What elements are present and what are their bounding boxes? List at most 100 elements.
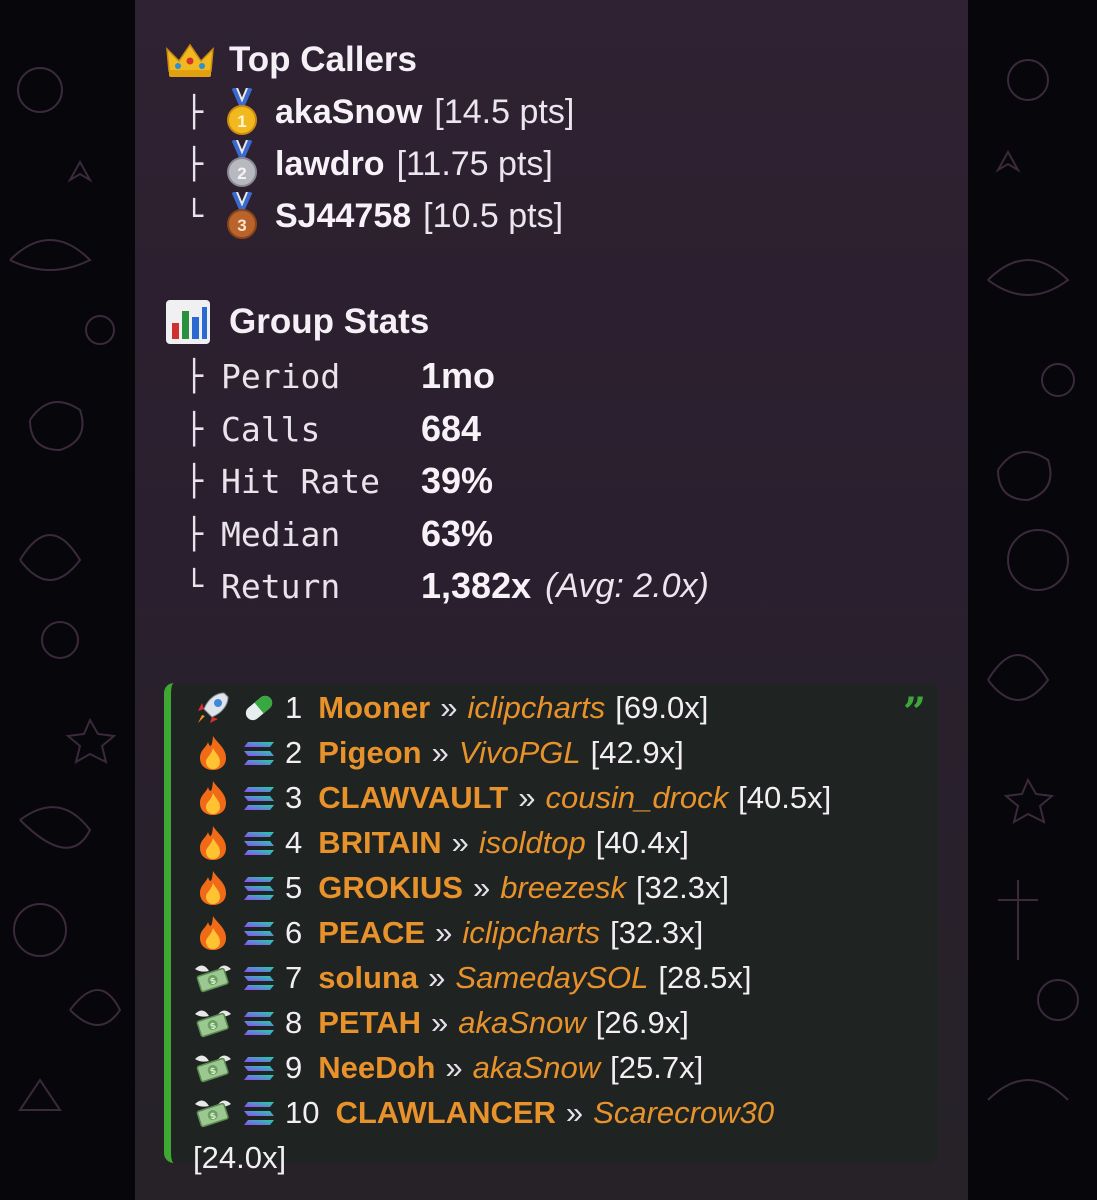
solana-icon bbox=[239, 1048, 279, 1088]
money-wings-icon: $ bbox=[193, 1093, 233, 1133]
caller-handle: isoldtop bbox=[478, 825, 586, 860]
solana-icon bbox=[239, 868, 279, 908]
stat-label: Period bbox=[221, 356, 341, 396]
separator: » bbox=[565, 1095, 584, 1130]
token-name: CLAWLANCER bbox=[335, 1095, 556, 1130]
fire-icon bbox=[193, 823, 233, 863]
tree-branch: ├ bbox=[185, 146, 204, 182]
caller-handle: breezesk bbox=[500, 870, 626, 905]
token-name: PEACE bbox=[318, 915, 426, 950]
solana-icon bbox=[239, 778, 279, 818]
stat-value: 1mo bbox=[421, 355, 496, 396]
caller-points: [14.5 pts] bbox=[434, 92, 575, 131]
solana-icon bbox=[239, 733, 279, 773]
rank-number: 3 bbox=[285, 780, 303, 815]
caller-handle: VivoPGL bbox=[458, 735, 581, 770]
bar-chart-icon bbox=[165, 300, 217, 344]
caller-row: ├ 2 lawdro [11.75 pts] bbox=[185, 140, 553, 188]
bronze-medal-icon: 3 bbox=[227, 192, 257, 239]
rocket-icon bbox=[193, 688, 233, 728]
token-name: CLAWVAULT bbox=[318, 780, 509, 815]
stat-row: ├ Period 1mo bbox=[185, 355, 495, 397]
caller-handle: akaSnow bbox=[472, 1050, 601, 1085]
stat-label: Hit Rate bbox=[221, 461, 380, 501]
leaderboard-row: 3 CLAWVAULT » cousin_drock [40.5x] bbox=[193, 778, 831, 818]
caller-handle: SamedaySOL bbox=[455, 960, 649, 995]
stat-value: 684 bbox=[421, 408, 482, 449]
caller-name: akaSnow bbox=[275, 92, 423, 131]
fire-icon bbox=[193, 913, 233, 953]
fire-icon bbox=[193, 778, 233, 818]
separator: » bbox=[472, 870, 491, 905]
group-stats-label: Group Stats bbox=[229, 302, 430, 341]
group-stats-title: Group Stats bbox=[165, 300, 430, 344]
stat-label: Calls bbox=[221, 409, 321, 449]
stat-row: ├ Calls 684 bbox=[185, 408, 481, 450]
stat-row: └ Return 1,382x (Avg: 2.0x) bbox=[185, 565, 709, 607]
caller-points: [11.75 pts] bbox=[396, 144, 553, 183]
leaderboard-row: 6 PEACE » iclipcharts [32.3x] bbox=[193, 913, 703, 953]
multiplier: [32.3x] bbox=[610, 915, 704, 950]
doodle-background-right bbox=[987, 59, 1079, 1101]
token-name: BRITAIN bbox=[318, 825, 442, 860]
multiplier: [69.0x] bbox=[615, 690, 709, 725]
rank-number: 1 bbox=[285, 690, 303, 725]
tree-branch: ├ bbox=[185, 94, 204, 130]
token-name: GROKIUS bbox=[318, 870, 463, 905]
rank-number: 10 bbox=[285, 1095, 320, 1130]
solana-icon bbox=[239, 1093, 279, 1133]
leaderboard-row: 4 BRITAIN » isoldtop [40.4x] bbox=[193, 823, 689, 863]
message-bubble: Top Callers ├ 1 akaSnow [14.5 pts] ├ 2 l… bbox=[135, 0, 968, 1200]
svg-text:2: 2 bbox=[237, 164, 246, 183]
rank-number: 4 bbox=[285, 825, 303, 860]
separator: » bbox=[518, 780, 536, 815]
separator: » bbox=[445, 1050, 463, 1085]
svg-text:3: 3 bbox=[237, 216, 246, 235]
leaderboard-quote-block: ” 1 Mooner» iclipcharts [69.0x] 2 Pigeon» Vivo… bbox=[164, 683, 938, 1175]
rank-number: 9 bbox=[285, 1050, 303, 1085]
rank-number: 6 bbox=[285, 915, 303, 950]
tree-branch: ├ bbox=[185, 516, 204, 552]
caller-name: lawdro bbox=[275, 144, 385, 183]
separator: » bbox=[431, 1005, 449, 1040]
wrapped-multiplier: [24.0x] bbox=[193, 1140, 287, 1175]
solana-icon bbox=[239, 913, 279, 953]
rank-number: 5 bbox=[285, 870, 303, 905]
caller-handle: akaSnow bbox=[458, 1005, 586, 1040]
caller-handle: cousin_drock bbox=[545, 780, 729, 815]
multiplier: [40.5x] bbox=[738, 780, 832, 815]
money-wings-icon: $ bbox=[193, 958, 233, 998]
leaderboard-row: $9 NeeDoh » akaSnow [25.7x] bbox=[193, 1048, 703, 1088]
caller-handle: iclipcharts bbox=[467, 690, 606, 725]
stat-label: Median bbox=[221, 514, 341, 554]
quote-icon: ” bbox=[902, 689, 926, 736]
separator: » bbox=[451, 825, 469, 860]
stat-value: 39% bbox=[421, 460, 494, 501]
tree-branch: └ bbox=[185, 568, 204, 604]
rank-number: 2 bbox=[285, 735, 303, 770]
rank-number: 7 bbox=[285, 960, 303, 995]
token-name: Pigeon bbox=[318, 735, 422, 770]
token-name: Mooner bbox=[318, 690, 431, 725]
tree-branch: ├ bbox=[185, 358, 204, 394]
leaderboard-row: $7 soluna » SamedaySOL [28.5x] bbox=[193, 958, 751, 998]
stat-value: 63% bbox=[421, 513, 494, 554]
caller-points: [10.5 pts] bbox=[423, 196, 564, 235]
money-wings-icon: $ bbox=[193, 1048, 233, 1088]
multiplier: [40.4x] bbox=[595, 825, 689, 860]
solana-icon bbox=[239, 958, 279, 998]
stat-row: ├ Hit Rate 39% bbox=[185, 460, 493, 502]
money-wings-icon: $ bbox=[193, 1003, 233, 1043]
top-callers-label: Top Callers bbox=[229, 40, 418, 79]
solana-icon bbox=[239, 1003, 279, 1043]
separator: » bbox=[431, 735, 449, 770]
tree-branch: └ bbox=[185, 198, 204, 234]
token-name: PETAH bbox=[318, 1005, 422, 1040]
multiplier: [28.5x] bbox=[658, 960, 752, 995]
leaderboard-row: 5 GROKIUS » breezesk [32.3x] bbox=[193, 868, 729, 908]
doodle-background-left bbox=[9, 67, 122, 1111]
stat-row: ├ Median 63% bbox=[185, 513, 493, 555]
leaderboard-row: 2 Pigeon » VivoPGL [42.9x] bbox=[193, 733, 684, 773]
caller-name: SJ44758 bbox=[275, 196, 412, 235]
fire-icon bbox=[193, 733, 233, 773]
